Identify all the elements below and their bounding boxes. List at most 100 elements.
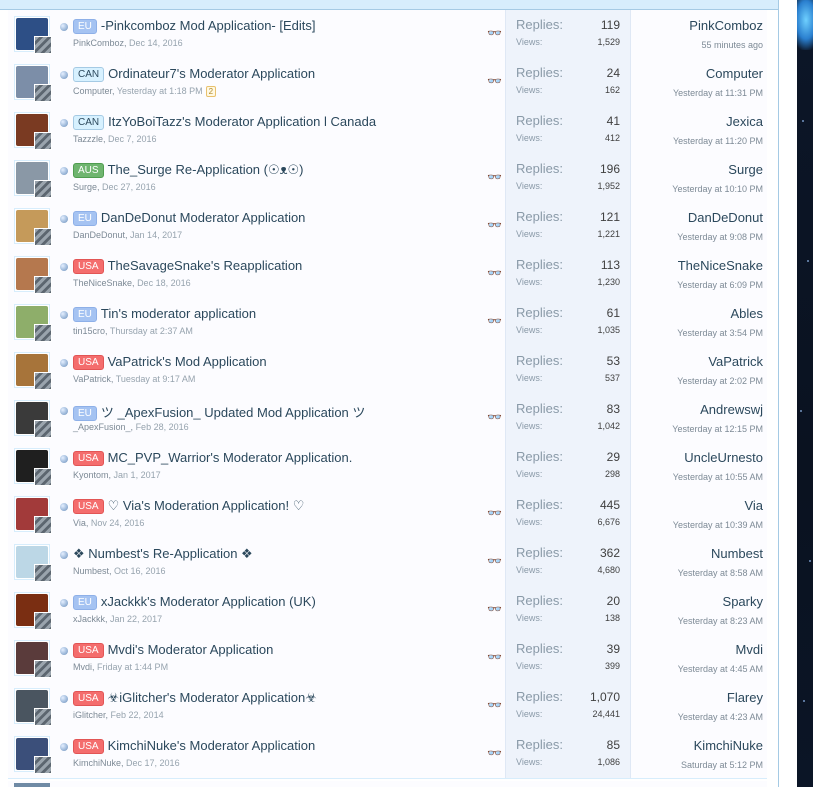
last-post-user-link[interactable]: KimchiNuke [694, 738, 763, 753]
last-poster-avatar[interactable] [34, 564, 52, 582]
thread-row[interactable]: USA ♡ Via's Moderation Application! ♡ Via… [8, 490, 767, 539]
thread-start-date[interactable]: Jan 1, 2017 [114, 470, 161, 480]
last-post-user-link[interactable]: Sparky [723, 594, 763, 609]
last-post-user-link[interactable]: Andrewswj [700, 402, 763, 417]
thread-title-link[interactable]: Tin's moderator application [101, 306, 256, 321]
thread-author-link[interactable]: iGlitcher [73, 710, 106, 720]
thread-author-avatar[interactable] [14, 304, 52, 342]
last-poster-avatar[interactable] [34, 516, 52, 534]
thread-author-link[interactable]: Via [73, 518, 86, 528]
thread-author-avatar[interactable] [14, 160, 52, 198]
last-post-user-link[interactable]: Mvdi [736, 642, 763, 657]
thread-author-avatar[interactable] [14, 496, 52, 534]
thread-author-avatar[interactable] [14, 640, 52, 678]
thread-author-link[interactable]: KimchiNuke [73, 758, 121, 768]
glasses-icon[interactable]: 👓 [487, 314, 502, 328]
thread-author-link[interactable]: tin15cro [73, 326, 105, 336]
last-post-time-link[interactable]: Yesterday at 9:08 PM [677, 232, 763, 242]
thread-start-date[interactable]: Dec 17, 2016 [126, 758, 180, 768]
thread-author-avatar[interactable] [14, 352, 52, 390]
thread-title-link[interactable]: ☣iGlitcher's Moderator Application☣ [108, 690, 317, 705]
last-post-time-link[interactable]: Yesterday at 11:20 PM [673, 136, 763, 146]
last-post-user-link[interactable]: Surge [728, 162, 763, 177]
last-post-time-link[interactable]: Yesterday at 4:45 AM [678, 664, 763, 674]
thread-row[interactable]: EU ツ _ApexFusion_ Updated Mod Application… [8, 394, 767, 443]
thread-title-link[interactable]: ❖ Numbest's Re-Application ❖ [73, 546, 253, 561]
thread-title-link[interactable]: Ordinateur7's Moderator Application [108, 66, 315, 81]
thread-author-avatar[interactable] [14, 736, 52, 774]
thread-title-link[interactable]: ItzYoBoiTazz's Moderator Application l C… [108, 114, 376, 129]
thread-row[interactable]: USA KimchiNuke's Moderator Application Ki… [8, 730, 767, 779]
thread-row[interactable]: USA ☣iGlitcher's Moderator Application☣ i… [8, 682, 767, 731]
thread-start-date[interactable]: Nov 24, 2016 [91, 518, 145, 528]
last-post-time-link[interactable]: Yesterday at 2:02 PM [677, 376, 763, 386]
glasses-icon[interactable]: 👓 [487, 698, 502, 712]
thread-row[interactable]: EU Tin's moderator application tin15cro, … [8, 298, 767, 347]
thread-author-link[interactable]: Mvdi [73, 662, 92, 672]
last-post-user-link[interactable]: Numbest [711, 546, 763, 561]
last-post-time-link[interactable]: Yesterday at 11:31 PM [673, 88, 763, 98]
thread-row[interactable]: AUS The_Surge Re-Application (☉ᴥ☉) Surge,… [8, 154, 767, 203]
thread-title-link[interactable]: Mvdi's Moderator Application [108, 642, 274, 657]
glasses-icon[interactable]: 👓 [487, 266, 502, 280]
thread-start-date[interactable]: Tuesday at 9:17 AM [116, 374, 196, 384]
thread-author-avatar[interactable] [14, 208, 52, 246]
thread-author-link[interactable]: Kyontom [73, 470, 109, 480]
last-post-time-link[interactable]: Saturday at 5:12 PM [681, 760, 763, 770]
thread-start-date[interactable]: Friday at 1:44 PM [97, 662, 168, 672]
last-post-time-link[interactable]: Yesterday at 3:54 PM [677, 328, 763, 338]
thread-title-link[interactable]: VaPatrick's Mod Application [108, 354, 267, 369]
thread-start-date[interactable]: Jan 22, 2017 [110, 614, 162, 624]
last-post-time-link[interactable]: Yesterday at 6:09 PM [677, 280, 763, 290]
thread-title-link[interactable]: TheSavageSnake's Reapplication [108, 258, 303, 273]
thread-author-avatar[interactable] [14, 544, 52, 582]
thread-title-link[interactable]: ♡ Via's Moderation Application! ♡ [108, 498, 305, 513]
thread-prefix[interactable]: EU [73, 211, 97, 226]
last-poster-avatar[interactable] [34, 228, 52, 246]
thread-author-avatar[interactable] [14, 112, 52, 150]
last-post-user-link[interactable]: PinkComboz [689, 18, 763, 33]
glasses-icon[interactable]: 👓 [487, 506, 502, 520]
last-post-time-link[interactable]: Yesterday at 10:55 AM [673, 472, 763, 482]
thread-author-avatar[interactable] [14, 256, 52, 294]
glasses-icon[interactable]: 👓 [487, 554, 502, 568]
thread-prefix[interactable]: EU [73, 19, 97, 34]
last-post-user-link[interactable]: DanDeDonut [688, 210, 763, 225]
last-post-user-link[interactable]: VaPatrick [708, 354, 763, 369]
last-post-time-link[interactable]: Yesterday at 8:23 AM [678, 616, 763, 626]
thread-prefix[interactable]: CAN [73, 67, 105, 82]
thread-title-link[interactable]: DanDeDonut Moderator Application [101, 210, 306, 225]
thread-start-date[interactable]: Dec 27, 2016 [102, 182, 156, 192]
thread-start-date[interactable]: Dec 7, 2016 [108, 134, 157, 144]
thread-row[interactable]: CAN ItzYoBoiTazz's Moderator Application … [8, 106, 767, 155]
thread-prefix[interactable]: CAN [73, 115, 105, 130]
thread-start-date[interactable]: Oct 16, 2016 [114, 566, 166, 576]
last-post-time-link[interactable]: Yesterday at 4:23 AM [678, 712, 763, 722]
last-post-time-link[interactable]: 55 minutes ago [701, 40, 763, 50]
thread-author-avatar[interactable] [14, 64, 52, 102]
last-post-user-link[interactable]: Jexica [726, 114, 763, 129]
last-post-user-link[interactable]: UncleUrnesto [684, 450, 763, 465]
last-post-user-link[interactable]: Ables [730, 306, 763, 321]
thread-author-avatar[interactable] [14, 448, 52, 486]
thread-author-avatar[interactable] [14, 592, 52, 630]
thread-row-partial[interactable] [8, 781, 767, 787]
last-poster-avatar[interactable] [34, 708, 52, 726]
thread-title-link[interactable]: KimchiNuke's Moderator Application [108, 738, 316, 753]
last-poster-avatar[interactable] [34, 36, 52, 54]
thread-title-link[interactable]: xJackkk's Moderator Application (UK) [101, 594, 316, 609]
thread-title-link[interactable]: -Pinkcomboz Mod Application- [Edits] [101, 18, 316, 33]
last-poster-avatar[interactable] [34, 660, 52, 678]
glasses-icon[interactable]: 👓 [487, 74, 502, 88]
thread-author-link[interactable]: Numbest [73, 566, 109, 576]
thread-start-date[interactable]: Yesterday at 1:18 PM [117, 86, 203, 96]
thread-title-link[interactable]: The_Surge Re-Application (☉ᴥ☉) [108, 162, 304, 177]
thread-author-link[interactable]: Computer [73, 86, 112, 96]
glasses-icon[interactable]: 👓 [487, 650, 502, 664]
last-poster-avatar[interactable] [34, 276, 52, 294]
last-poster-avatar[interactable] [34, 372, 52, 390]
avatar[interactable] [14, 783, 50, 787]
last-post-time-link[interactable]: Yesterday at 10:39 AM [673, 520, 763, 530]
thread-author-link[interactable]: DanDeDonut [73, 230, 125, 240]
thread-start-date[interactable]: Feb 28, 2016 [136, 422, 189, 432]
